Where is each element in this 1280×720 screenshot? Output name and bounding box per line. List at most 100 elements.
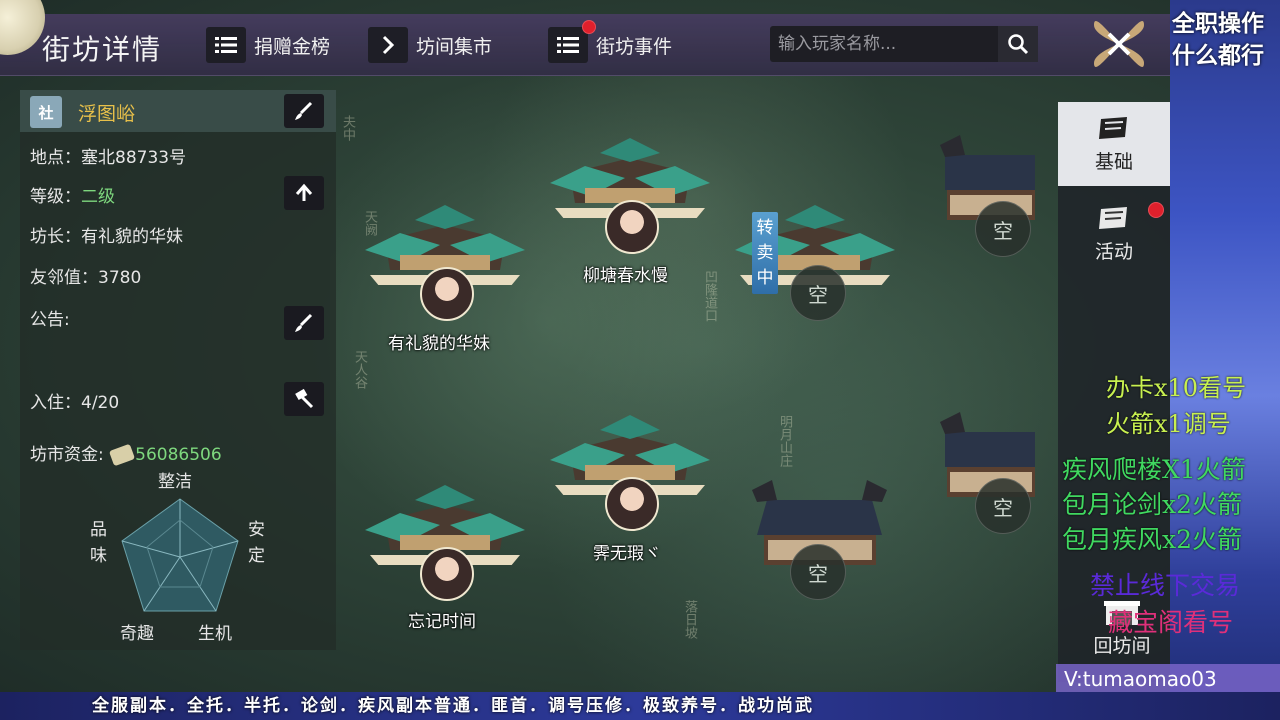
coin-icon: [109, 443, 136, 467]
page-title: 街坊详情: [42, 33, 163, 66]
location-row: 地点：塞北88733号: [30, 143, 186, 168]
overlay-warning2: 藏宝阁看号: [1108, 608, 1234, 637]
residence-node[interactable]: 忘记时间: [360, 475, 535, 635]
community-badge: 社: [30, 96, 62, 128]
radar-label-top: 整洁: [158, 472, 192, 492]
tab-label: 基础: [1094, 150, 1133, 173]
location-label: 地点：: [30, 148, 81, 168]
resident-name: 有礼貌的华妹: [388, 334, 490, 354]
level-value: 二级: [81, 187, 115, 207]
level-row: 等级：二级: [30, 182, 115, 207]
tab-donation-ranking[interactable]: 捐赠金榜: [206, 27, 330, 63]
close-icon: [1094, 21, 1144, 67]
build-button[interactable]: [284, 382, 324, 416]
resident-name: 忘记时间: [408, 612, 476, 632]
leader-row: 坊长：有礼貌的华妹: [30, 222, 183, 247]
notice-label: 公告:: [30, 310, 70, 330]
for-sale-tag: 转 卖 中: [752, 212, 778, 294]
residents-row: 入住：4/20: [30, 388, 119, 413]
overlay-list1: 疾风爬楼X1火箭: [1062, 455, 1246, 484]
radar-label-right: 安定: [248, 517, 268, 569]
player-avatar: [420, 267, 474, 321]
overlay-wechat: V:tumaomao03: [1056, 664, 1280, 694]
upgrade-arrow-icon: [295, 183, 313, 201]
residence-node[interactable]: 霁无瑕ヾ: [545, 405, 720, 565]
overlay-top-line1: 全职操作: [1172, 11, 1264, 37]
tab-label: 捐赠金榜: [254, 35, 331, 58]
friendship-value: 3780: [98, 268, 142, 288]
empty-residence-node[interactable]: 空: [935, 135, 1035, 260]
empty-slot-icon: 空: [790, 265, 846, 321]
tab-label: 坊间集市: [416, 35, 493, 58]
overlay-promo2: 火箭x1调号: [1106, 410, 1231, 438]
overlay-promo1: 办卡x10看号: [1106, 374, 1247, 402]
for-sale-char: 卖: [756, 242, 774, 263]
radar-label-left-text: 品味: [90, 520, 107, 566]
residents-label: 入住：: [30, 393, 81, 413]
radar-label-bottom-left: 奇趣: [120, 624, 154, 644]
search-input[interactable]: [770, 26, 998, 62]
player-search: [770, 26, 1038, 62]
tab-market[interactable]: 坊间集市: [368, 27, 492, 63]
map-label: 天人谷: [352, 350, 367, 389]
overlay-top-line2: 什么都行: [1172, 43, 1264, 69]
chevron-right-icon: [368, 27, 408, 63]
notification-dot: [582, 20, 596, 34]
player-avatar: [420, 547, 474, 601]
empty-residence-node[interactable]: 空: [752, 480, 892, 605]
player-avatar: [605, 477, 659, 531]
guild-header: 社 浮图峪: [20, 90, 336, 132]
close-button[interactable]: [1088, 14, 1150, 74]
funds-value: 56086506: [135, 445, 222, 465]
for-sale-char: 转: [756, 217, 774, 238]
tab-basic[interactable]: 基础: [1058, 102, 1170, 186]
map-label: 明月山庄: [777, 415, 792, 467]
resident-name: 柳塘春水慢: [583, 266, 668, 286]
leader-value: 有礼貌的华妹: [81, 227, 183, 247]
empty-slot-icon: 空: [790, 544, 846, 600]
overlay-warning1: 禁止线下交易: [1090, 571, 1241, 600]
edit-name-button[interactable]: [284, 94, 324, 128]
radar-label-right-text: 安定: [248, 520, 265, 566]
search-icon: [1008, 34, 1029, 55]
guild-name: 浮图峪: [78, 103, 136, 125]
empty-slot-icon: 空: [975, 201, 1031, 257]
scroll-icon: [1099, 116, 1127, 139]
residence-node[interactable]: 有礼貌的华妹: [360, 195, 535, 355]
game-view: 夫中 天阙 天人谷 凹隆道口 明月山庄 落日坡 有礼貌的华妹 柳塘春水慢 空 转…: [0, 0, 1170, 692]
guild-info-panel: 社 浮图峪 地点：塞北88733号 等级：二级 坊长：有礼貌的华妹 友邻值：37…: [20, 90, 336, 650]
attribute-radar-chart: [121, 498, 239, 612]
radar-label-left: 品味: [90, 517, 110, 569]
friendship-row: 友邻值：3780: [30, 263, 141, 288]
empty-slot-icon: 空: [975, 478, 1031, 534]
player-avatar: [605, 200, 659, 254]
overlay-list3: 包月疾风x2火箭: [1062, 525, 1243, 554]
scroll-icon: [1099, 206, 1127, 229]
tab-label: 活动: [1094, 240, 1133, 263]
tab-label: 街坊事件: [596, 35, 673, 58]
brush-icon: [295, 313, 313, 332]
list-icon: [548, 27, 588, 63]
tab-events[interactable]: 街坊事件: [548, 27, 672, 63]
overlay-list2: 包月论剑x2火箭: [1062, 490, 1243, 519]
notification-dot: [1148, 202, 1164, 218]
overlay-bottom-banner: 全服副本．全托．半托．论剑．疾风副本普通．匪首．调号压修．极致养号．战功尚武: [0, 692, 1280, 720]
map-label: 夫中: [340, 115, 355, 141]
funds-label: 坊市资金:: [30, 445, 104, 465]
list-icon: [206, 27, 246, 63]
search-button[interactable]: [998, 26, 1038, 62]
empty-residence-node[interactable]: 空: [935, 412, 1035, 537]
hammer-icon: [295, 388, 314, 409]
radar-label-bottom-right: 生机: [198, 624, 232, 644]
funds-row: 坊市资金: 56086506: [30, 440, 222, 467]
upgrade-button[interactable]: [284, 176, 324, 210]
residents-value: 4/20: [81, 393, 120, 413]
edit-notice-button[interactable]: [284, 306, 324, 340]
brush-icon: [295, 101, 313, 120]
for-sale-char: 中: [756, 267, 774, 288]
friendship-label: 友邻值：: [30, 268, 98, 288]
level-label: 等级：: [30, 187, 81, 207]
residence-node[interactable]: 柳塘春水慢: [545, 128, 720, 288]
resident-name: 霁无瑕ヾ: [593, 544, 661, 564]
leader-label: 坊长：: [30, 227, 81, 247]
